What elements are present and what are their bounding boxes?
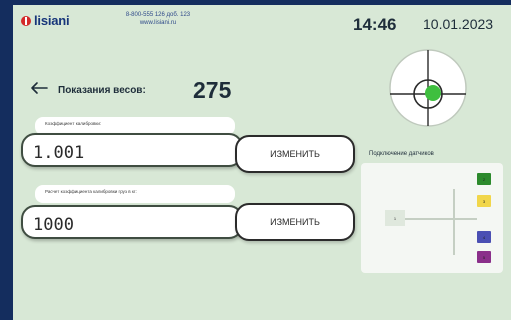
clock: 14:46 xyxy=(353,15,397,34)
level-target-icon xyxy=(389,49,467,127)
sensor-hub: 1 xyxy=(385,210,405,226)
calibration-field[interactable]: 1.001 xyxy=(21,133,243,167)
sensor-3[interactable]: 3 xyxy=(477,195,491,207)
sensor-5[interactable]: 5 xyxy=(477,251,491,263)
header: lisiani 8-800-555 126 доб. 123 www.lisia… xyxy=(13,5,511,34)
logo: lisiani xyxy=(21,13,70,28)
contact-website: www.lisiani.ru xyxy=(139,20,177,26)
weights-label: Показания весов: xyxy=(58,85,146,96)
contact-phone: 8-800-555 126 доб. 123 xyxy=(125,12,191,18)
level-bubble xyxy=(425,85,441,101)
sensors-panel: 1 2 3 4 5 xyxy=(361,163,503,273)
sensor-2[interactable]: 2 xyxy=(477,173,491,185)
reference-field[interactable]: 1000 xyxy=(21,205,243,239)
reference-label: Расчет коэффициента калибровки груз в кг… xyxy=(35,185,235,203)
contacts: 8-800-555 126 доб. 123 www.lisiani.ru xyxy=(113,11,203,27)
sensors-title: Подключение датчиков xyxy=(369,151,434,157)
logo-mark xyxy=(21,15,31,26)
reference-change-button[interactable]: ИЗМЕНИТЬ xyxy=(235,203,355,241)
weights-value: 275 xyxy=(193,77,232,103)
date: 10.01.2023 xyxy=(423,16,494,32)
logo-text: lisiani xyxy=(34,13,70,28)
sensor-connector xyxy=(453,189,455,255)
sensor-4[interactable]: 4 xyxy=(477,231,491,243)
screen: lisiani 8-800-555 126 доб. 123 www.lisia… xyxy=(13,5,511,320)
back-arrow-icon[interactable] xyxy=(29,80,49,96)
sensor-connector xyxy=(405,218,477,220)
calibration-change-button[interactable]: ИЗМЕНИТЬ xyxy=(235,135,355,173)
